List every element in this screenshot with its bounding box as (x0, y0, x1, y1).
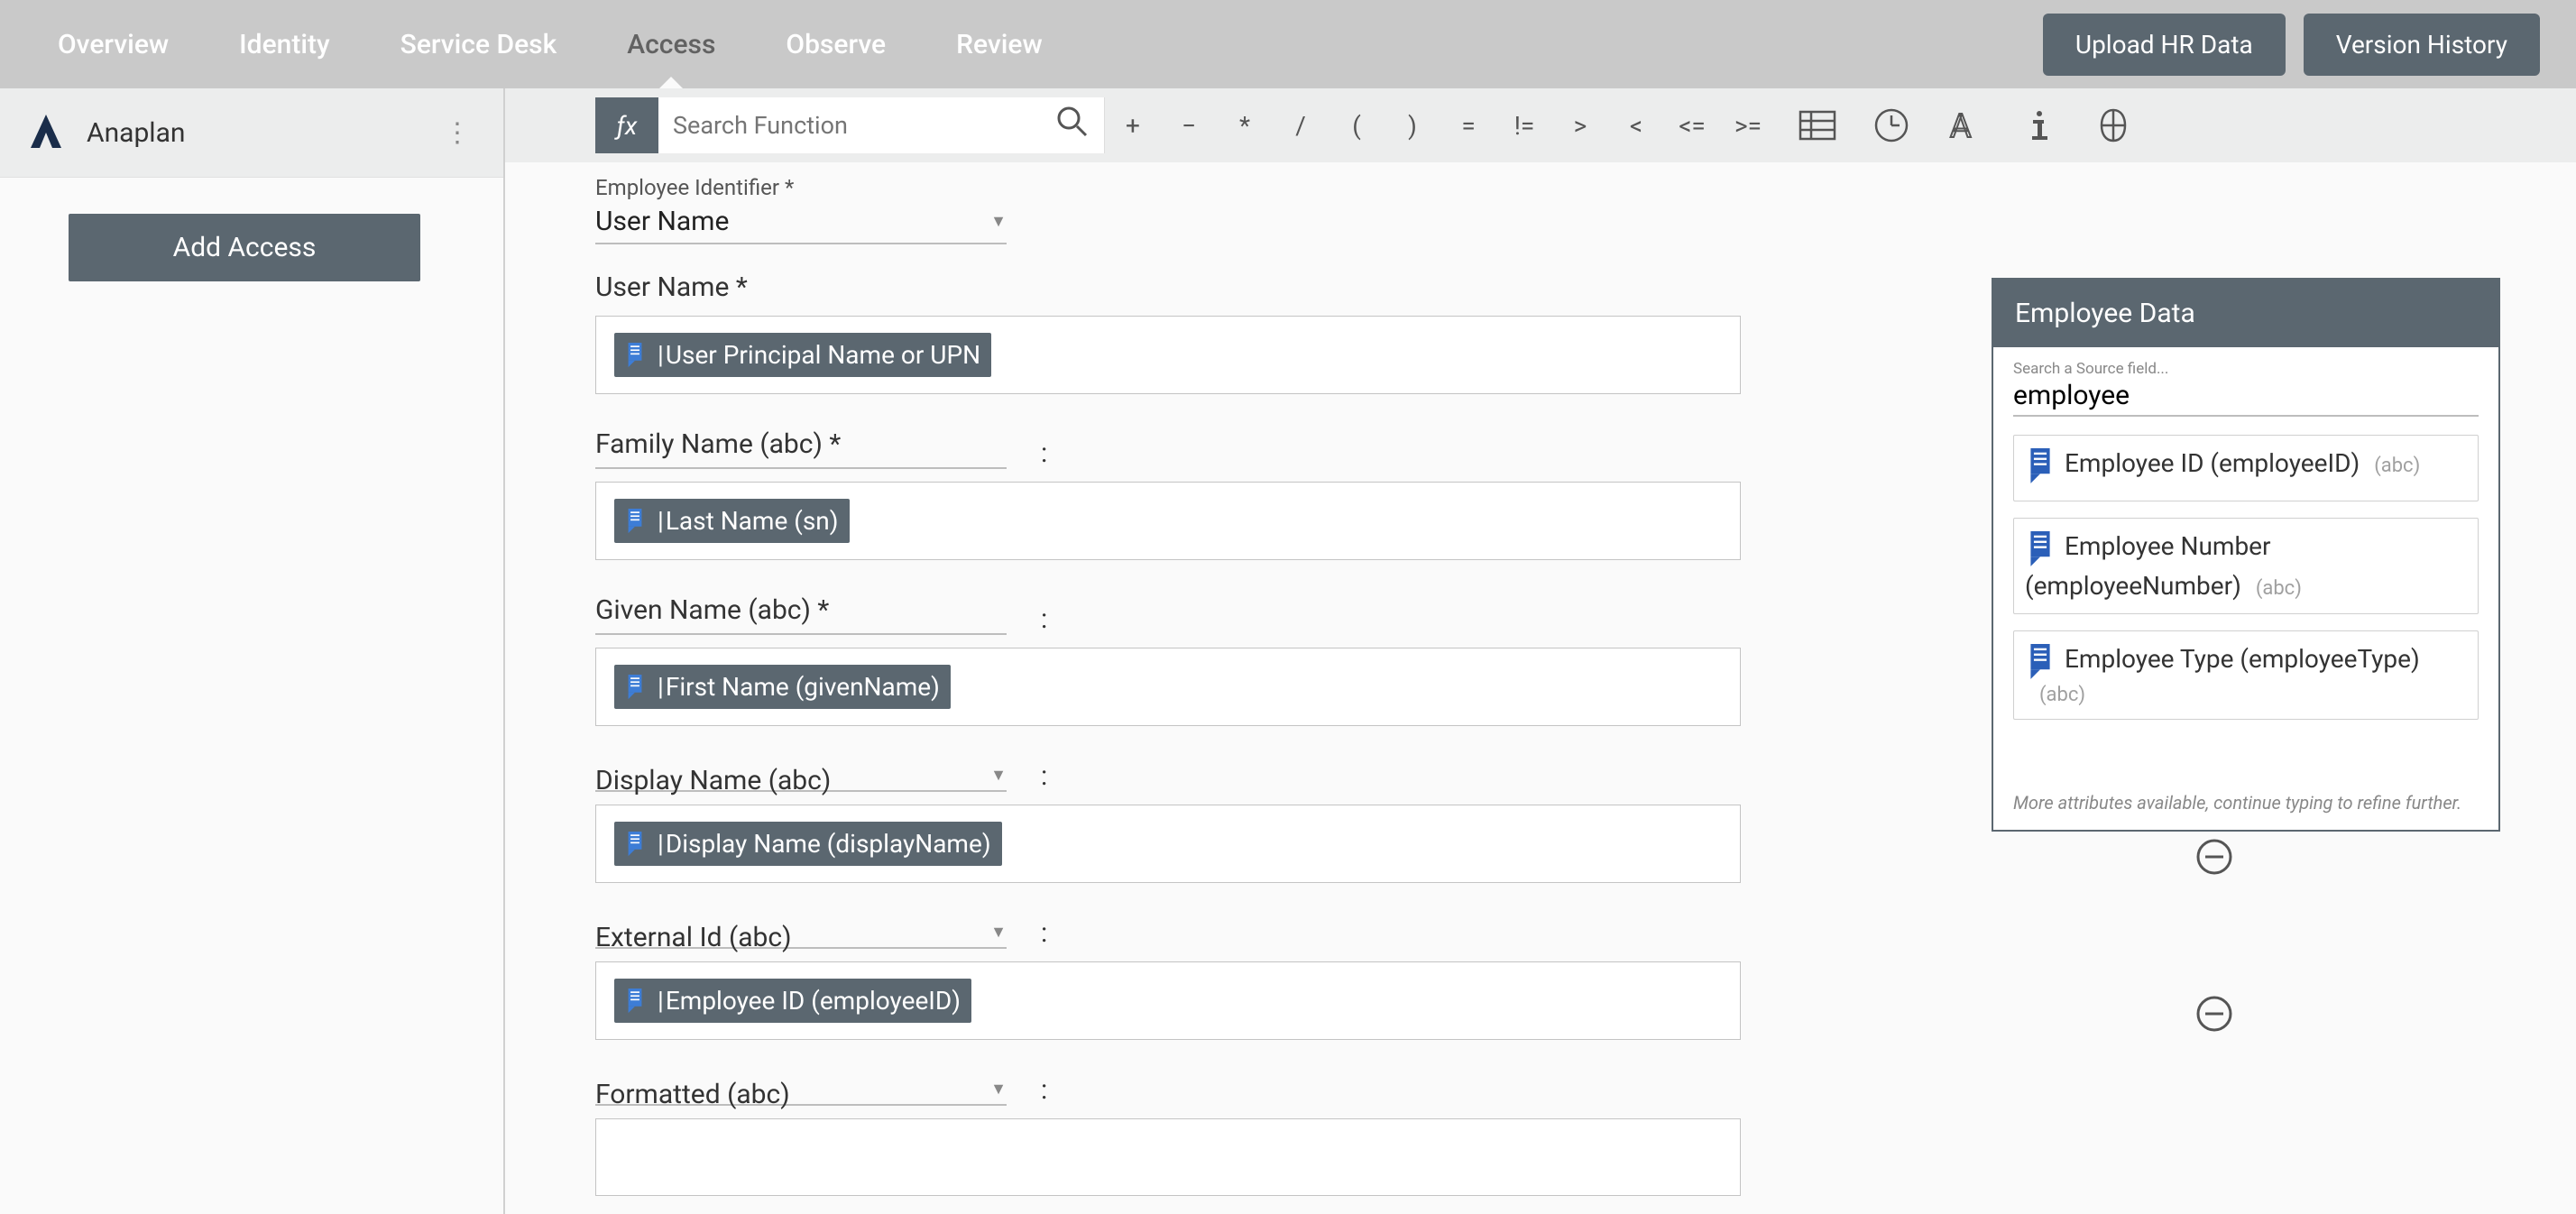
field-label: Display Name (abc) (595, 765, 1025, 796)
result-name: Employee Type (employeeType) (2065, 644, 2420, 674)
version-history-button[interactable]: Version History (2304, 14, 2540, 76)
operator-button[interactable]: ) (1385, 97, 1440, 153)
source-field-token[interactable]: |First Name (givenName) (614, 665, 951, 709)
font-tool-icon[interactable]: A (1933, 97, 1998, 153)
panel-search-input[interactable] (2013, 378, 2479, 417)
field-label: Family Name (abc) * (595, 428, 1025, 460)
mapping-field-row: Formatted (abc)▼: (595, 1074, 2486, 1196)
fx-icon: ƒx (595, 97, 658, 153)
nav-tab-overview[interactable]: Overview (36, 0, 190, 88)
doc-icon (2025, 531, 2056, 571)
clock-tool-icon[interactable] (1859, 97, 1924, 153)
source-field-token[interactable]: |Employee ID (employeeID) (614, 979, 971, 1023)
operator-button[interactable]: ( (1329, 97, 1385, 153)
token-input-box[interactable]: |First Name (givenName) (595, 648, 1741, 726)
formula-bar: ƒx +−*/()=!=><<=>= A (505, 88, 2576, 162)
result-type: (abc) (2256, 577, 2302, 600)
source-field-result[interactable]: Employee Type (employeeType) (abc) (2013, 630, 2479, 720)
field-colon: : (1041, 1074, 1047, 1106)
anaplan-logo-icon (23, 110, 69, 155)
field-label: Formatted (abc) (595, 1079, 1025, 1110)
search-function-box[interactable] (658, 97, 1105, 153)
kebab-menu-icon[interactable]: ⋮ (435, 114, 480, 152)
nav-tab-access[interactable]: Access (605, 0, 737, 88)
doc-icon (621, 342, 649, 369)
identifier-label: Employee Identifier * (595, 175, 2486, 200)
operator-button[interactable]: = (1440, 97, 1496, 153)
center-panel: ƒx +−*/()=!=><<=>= A (505, 88, 2576, 1214)
field-colon: : (1041, 603, 1047, 635)
panel-title: Employee Data (1993, 280, 2498, 347)
token-input-box[interactable]: |Employee ID (employeeID) (595, 961, 1741, 1040)
operator-button[interactable]: + (1105, 97, 1161, 153)
source-field-result[interactable]: Employee ID (employeeID) (abc) (2013, 435, 2479, 501)
doc-icon (621, 831, 649, 858)
info-tool-icon[interactable] (2007, 97, 2072, 153)
remove-field-icon[interactable] (2195, 995, 2233, 1033)
operator-button[interactable]: > (1552, 97, 1608, 153)
result-name: Employee ID (employeeID) (2065, 448, 2360, 478)
access-item-name: Anaplan (87, 117, 435, 149)
field-label: User Name * (595, 271, 1025, 303)
upload-hr-button[interactable]: Upload HR Data (2043, 14, 2286, 76)
operator-button[interactable]: != (1496, 97, 1552, 153)
field-label: External Id (abc) (595, 922, 1025, 953)
left-panel: Anaplan ⋮ Add Access (0, 88, 505, 1214)
token-input-box[interactable]: |Last Name (sn) (595, 482, 1741, 560)
doc-icon (2025, 644, 2056, 684)
employee-data-panel: Employee Data Search a Source field... E… (1992, 278, 2500, 832)
ai-tool-icon[interactable] (2081, 97, 2146, 153)
operator-button[interactable]: >= (1720, 97, 1776, 153)
source-field-token[interactable]: |Display Name (displayName) (614, 822, 1002, 866)
source-field-result[interactable]: Employee Number (employeeNumber)(abc) (2013, 518, 2479, 614)
source-field-token[interactable]: |Last Name (sn) (614, 499, 850, 543)
doc-icon (2025, 448, 2056, 488)
operator-button[interactable]: <= (1664, 97, 1720, 153)
token-input-box[interactable] (595, 1118, 1741, 1196)
operator-button[interactable]: * (1217, 97, 1273, 153)
search-function-input[interactable] (673, 111, 1055, 140)
remove-field-icon[interactable] (2195, 838, 2233, 876)
token-input-box[interactable]: |User Principal Name or UPN (595, 316, 1741, 394)
result-name: Employee Number (employeeNumber) (2025, 531, 2271, 601)
field-label: Given Name (abc) * (595, 594, 1025, 626)
result-type: (abc) (2374, 455, 2420, 477)
panel-footnote: More attributes available, continue typi… (2013, 792, 2479, 814)
nav-tab-identity[interactable]: Identity (217, 0, 352, 88)
top-nav: Overview Identity Service Desk Access Observ… (0, 0, 2576, 88)
mapping-field-row: External Id (abc)▼:|Employee ID (employe… (595, 917, 2486, 1040)
doc-icon (621, 674, 649, 701)
field-colon: : (1041, 917, 1047, 949)
svg-text:A: A (1950, 107, 1972, 144)
field-colon: : (1041, 760, 1047, 792)
identifier-value: User Name (595, 206, 990, 237)
access-list-item[interactable]: Anaplan ⋮ (0, 88, 503, 178)
operator-button[interactable]: < (1608, 97, 1664, 153)
identifier-dropdown[interactable]: User Name ▼ (595, 202, 1007, 244)
doc-icon (621, 508, 649, 535)
chevron-down-icon: ▼ (990, 212, 1007, 231)
nav-tab-observe[interactable]: Observe (764, 0, 907, 88)
nav-tab-service-desk[interactable]: Service Desk (379, 0, 579, 88)
table-tool-icon[interactable] (1785, 97, 1850, 153)
search-icon[interactable] (1055, 105, 1090, 147)
operator-button[interactable]: / (1273, 97, 1329, 153)
token-input-box[interactable]: |Display Name (displayName) (595, 805, 1741, 883)
field-colon: : (1041, 437, 1047, 469)
add-access-button[interactable]: Add Access (69, 214, 420, 281)
source-field-token[interactable]: |User Principal Name or UPN (614, 333, 991, 377)
result-type: (abc) (2039, 684, 2085, 706)
panel-search-hint: Search a Source field... (2013, 360, 2479, 378)
operator-button[interactable]: − (1161, 97, 1217, 153)
nav-tab-review[interactable]: Review (934, 0, 1064, 88)
doc-icon (621, 988, 649, 1015)
